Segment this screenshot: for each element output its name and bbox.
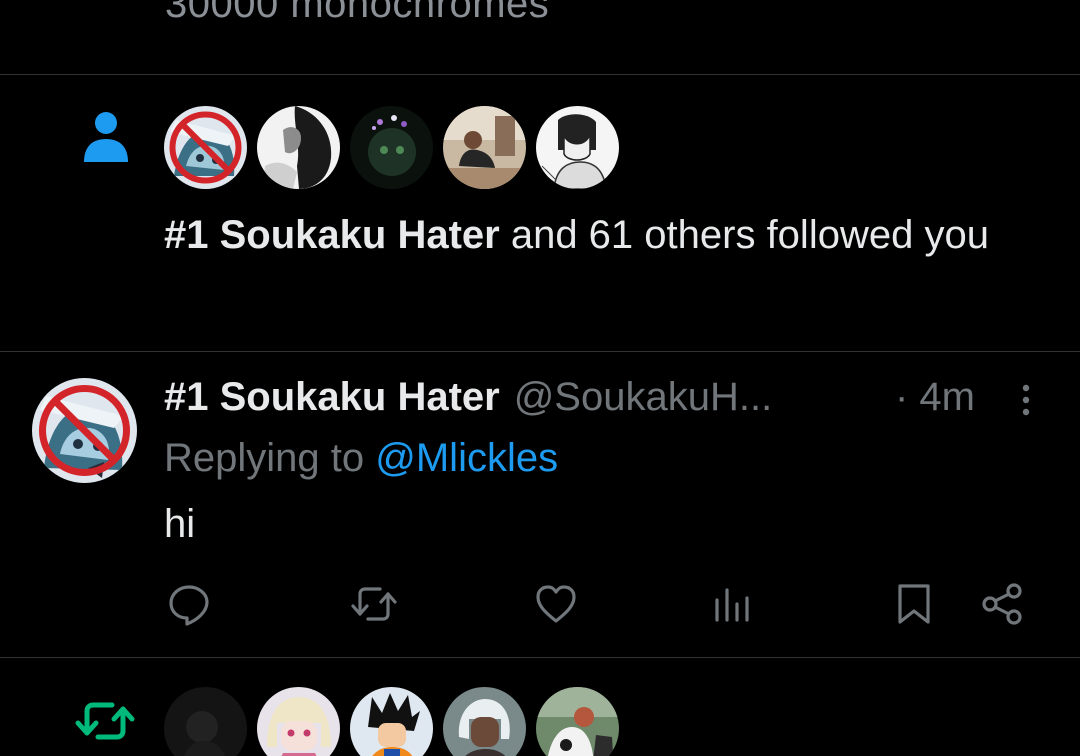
tweet-header: #1 Soukaku Hater @SoukakuH...: [164, 370, 772, 424]
views-icon: [715, 588, 749, 622]
avatar[interactable]: [164, 106, 247, 189]
bookmark-button[interactable]: [890, 580, 938, 628]
bookmark-icon: [898, 584, 930, 624]
author-handle[interactable]: @SoukakuH...: [514, 375, 773, 420]
retweet-button[interactable]: [350, 580, 398, 628]
retweeter-avatars: [164, 687, 619, 756]
previous-notification-text: 30000 monochromes: [165, 0, 550, 26]
avatar[interactable]: [443, 106, 526, 189]
follow-suffix: and 61 others followed you: [510, 213, 989, 257]
person-icon: [84, 112, 128, 162]
avatar[interactable]: [164, 687, 247, 756]
share-button[interactable]: [978, 580, 1026, 628]
reply-icon: [169, 585, 209, 626]
reply-button[interactable]: [165, 580, 213, 628]
avatar[interactable]: [350, 106, 433, 189]
avatar[interactable]: [536, 687, 619, 756]
replying-to-line: Replying to @Mlickles: [164, 432, 558, 484]
avatar[interactable]: [32, 378, 137, 483]
tweet-text: hi: [164, 502, 196, 546]
avatar[interactable]: [443, 687, 526, 756]
replying-to-label: Replying to: [164, 436, 365, 480]
share-icon: [982, 583, 1022, 625]
like-icon: [536, 585, 576, 623]
follow-notification-text: #1 Soukaku Hater and 61 others followed …: [164, 204, 1064, 266]
avatar[interactable]: [257, 106, 340, 189]
like-button[interactable]: [532, 580, 580, 628]
avatar[interactable]: [257, 687, 340, 756]
retweet-icon: [351, 587, 397, 621]
notifications-timeline: 30000 monochromes #1 Soukaku Hater and 6…: [0, 0, 1080, 756]
more-options-icon[interactable]: [1012, 382, 1040, 418]
author-name[interactable]: #1 Soukaku Hater: [164, 375, 500, 420]
tweet-timestamp[interactable]: · 4m: [895, 370, 975, 424]
follower-name[interactable]: #1 Soukaku Hater: [164, 213, 500, 257]
divider: [0, 351, 1080, 352]
avatar[interactable]: [536, 106, 619, 189]
divider: [0, 657, 1080, 658]
divider: [0, 74, 1080, 75]
views-button[interactable]: [707, 580, 755, 628]
follower-avatars: [164, 106, 619, 189]
retweet-icon: [75, 702, 135, 740]
avatar[interactable]: [350, 687, 433, 756]
replying-to-mention[interactable]: @Mlickles: [375, 436, 558, 480]
